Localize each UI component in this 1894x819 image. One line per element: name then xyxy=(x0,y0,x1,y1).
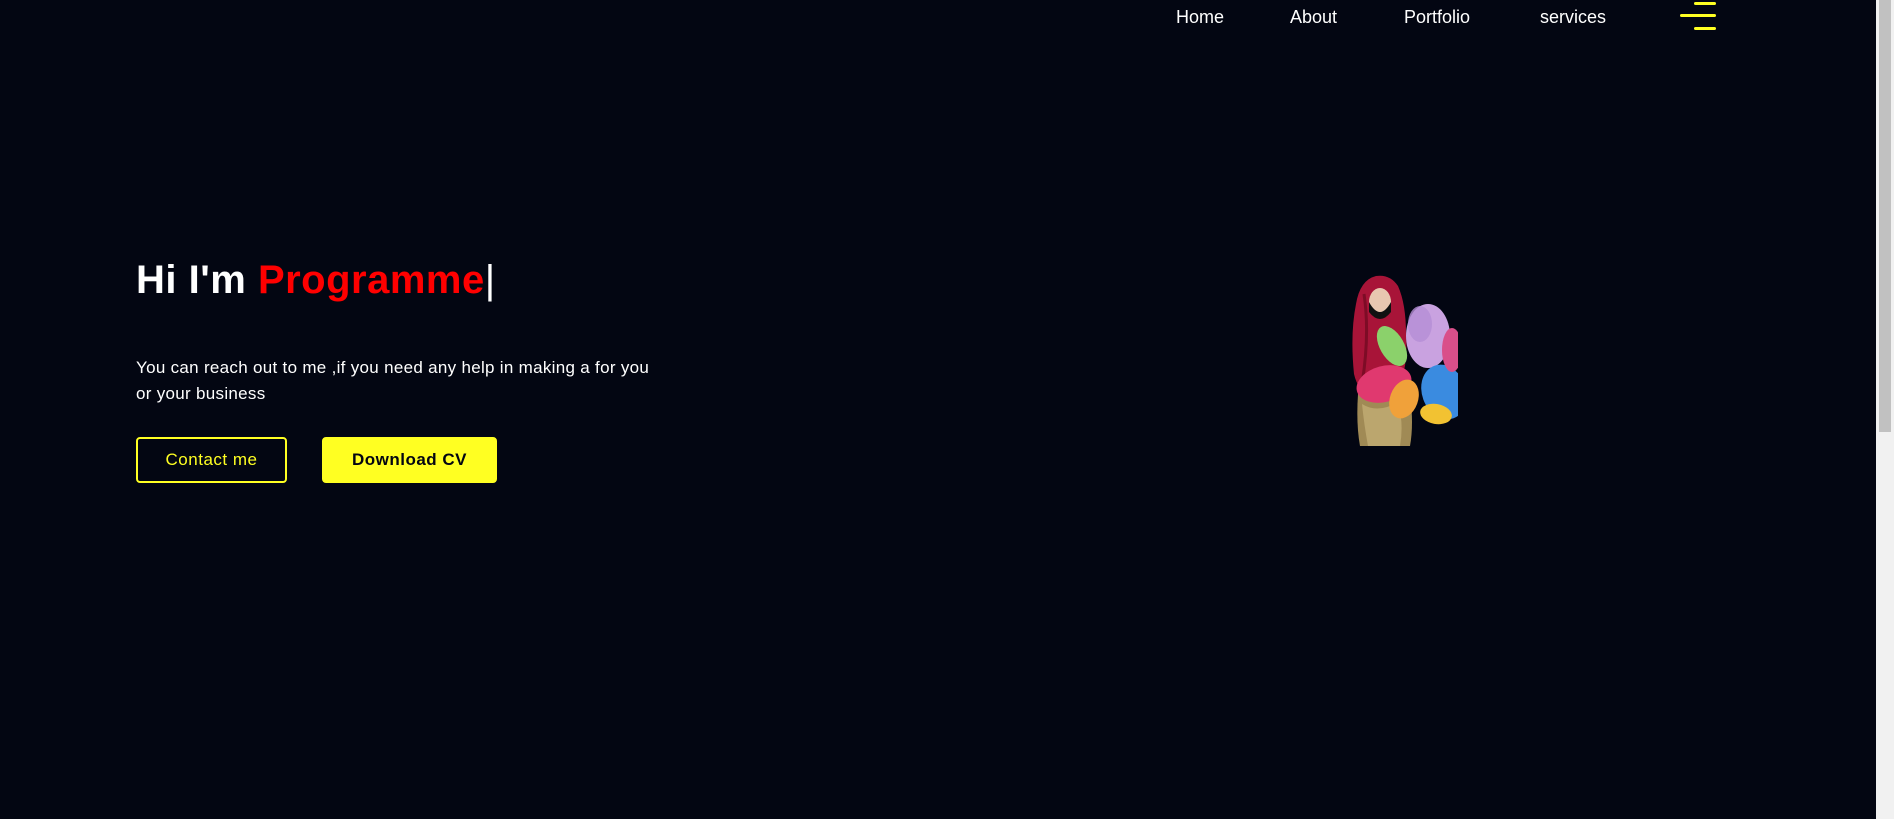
hero-title: Hi I'm Programme| xyxy=(136,256,496,304)
nav-link-portfolio[interactable]: Portfolio xyxy=(1404,7,1470,28)
menu-bar xyxy=(1694,27,1716,30)
scrollbar-thumb[interactable] xyxy=(1879,0,1891,432)
nav-link-services[interactable]: services xyxy=(1540,7,1606,28)
typing-caret: | xyxy=(484,258,496,302)
nav-link-home[interactable]: Home xyxy=(1176,7,1224,28)
menu-bar xyxy=(1694,2,1716,5)
page-scrollbar[interactable] xyxy=(1876,0,1894,819)
menu-bar xyxy=(1680,14,1716,17)
hero-description: You can reach out to me ,if you need any… xyxy=(136,358,650,403)
download-cv-button[interactable]: Download CV xyxy=(322,437,497,483)
hero-portrait-image xyxy=(1348,274,1467,446)
contact-me-button[interactable]: Contact me xyxy=(136,437,287,483)
page: Home About Portfolio services Hi I'm Pro… xyxy=(0,0,1894,819)
nav-link-about[interactable]: About xyxy=(1290,7,1337,28)
hero-role-typed: Programme xyxy=(257,258,485,302)
top-navigation: Home About Portfolio services xyxy=(0,0,1876,34)
hero-greeting: Hi I'm xyxy=(136,258,247,302)
hamburger-menu-icon[interactable] xyxy=(1680,1,1716,31)
